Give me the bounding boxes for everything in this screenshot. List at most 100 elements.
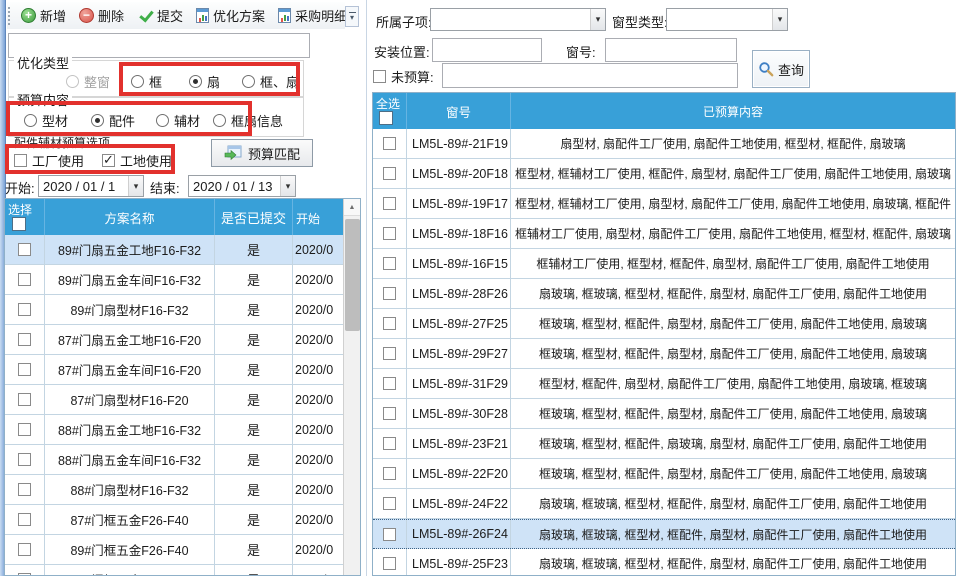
end-date-picker[interactable]: 2020 / 01 / 13: [188, 175, 296, 197]
row-select-cell[interactable]: [373, 369, 407, 398]
sub-item-select[interactable]: [430, 8, 606, 31]
row-select-cell[interactable]: [373, 309, 407, 338]
row-select-cell[interactable]: [5, 475, 45, 504]
header-submitted[interactable]: 是否已提交: [215, 199, 293, 235]
row-select-cell[interactable]: [373, 399, 407, 428]
plan-row[interactable]: 89#门扇五金车间F16-F32是2020/0: [5, 265, 360, 295]
scrollbar-thumb[interactable]: [345, 219, 360, 331]
row-checkbox[interactable]: [18, 333, 31, 346]
row-select-cell[interactable]: [5, 235, 45, 264]
window-row[interactable]: LM5L-89#-25F23扇玻璃, 框玻璃, 框型材, 框配件, 扇型材, 扇…: [373, 549, 955, 576]
row-checkbox[interactable]: [383, 317, 396, 330]
row-select-cell[interactable]: [5, 355, 45, 384]
row-checkbox[interactable]: [383, 197, 396, 210]
chevron-down-icon[interactable]: [128, 176, 143, 196]
row-select-cell[interactable]: [373, 279, 407, 308]
row-select-cell[interactable]: [373, 339, 407, 368]
row-select-cell[interactable]: [373, 520, 407, 548]
radio-frame-sash-info[interactable]: 框扇信息: [213, 111, 283, 130]
chevron-down-icon[interactable]: [590, 9, 605, 30]
budget-match-button[interactable]: 预算匹配: [211, 139, 313, 167]
row-checkbox[interactable]: [18, 483, 31, 496]
select-all-checkbox[interactable]: [379, 111, 393, 125]
row-select-cell[interactable]: [373, 219, 407, 248]
row-select-cell[interactable]: [373, 429, 407, 458]
row-select-cell[interactable]: [5, 265, 45, 294]
window-no-input[interactable]: [605, 38, 737, 62]
plan-row[interactable]: 88#门框五金F21-F40是2020/0: [5, 565, 360, 576]
row-select-cell[interactable]: [373, 189, 407, 218]
row-select-cell[interactable]: [5, 505, 45, 534]
header-start[interactable]: 开始: [293, 199, 343, 235]
row-checkbox[interactable]: [383, 257, 396, 270]
row-checkbox[interactable]: [383, 467, 396, 480]
row-checkbox[interactable]: [18, 243, 31, 256]
plan-row[interactable]: 87#门扇五金工地F16-F20是2020/0: [5, 325, 360, 355]
window-row[interactable]: LM5L-89#-20F18框型材, 框辅材工厂使用, 框配件, 扇型材, 扇配…: [373, 159, 955, 189]
row-select-cell[interactable]: [5, 385, 45, 414]
row-select-cell[interactable]: [5, 445, 45, 474]
plan-row[interactable]: 89#门扇型材F16-F32是2020/0: [5, 295, 360, 325]
window-type-select[interactable]: [666, 8, 788, 31]
window-row[interactable]: LM5L-89#-29F27框玻璃, 框型材, 框配件, 扇型材, 扇配件工厂使…: [373, 339, 955, 369]
radio-auxiliary[interactable]: 辅材: [156, 111, 200, 130]
row-select-cell[interactable]: [373, 489, 407, 518]
row-checkbox[interactable]: [18, 543, 31, 556]
checkbox-factory-use[interactable]: 工厂使用: [14, 151, 84, 170]
chevron-down-icon[interactable]: [772, 9, 787, 30]
row-checkbox[interactable]: [383, 557, 396, 570]
row-checkbox[interactable]: [18, 453, 31, 466]
row-checkbox[interactable]: [18, 513, 31, 526]
row-select-cell[interactable]: [373, 459, 407, 488]
plan-row[interactable]: 87#门扇型材F16-F20是2020/0: [5, 385, 360, 415]
row-checkbox[interactable]: [383, 407, 396, 420]
plan-row[interactable]: 87#门框五金F26-F40是2020/0: [5, 505, 360, 535]
window-row[interactable]: LM5L-89#-19F17框型材, 框辅材工厂使用, 扇型材, 扇配件工厂使用…: [373, 189, 955, 219]
row-select-cell[interactable]: [373, 159, 407, 188]
radio-profile[interactable]: 型材: [24, 111, 68, 130]
window-row[interactable]: LM5L-89#-30F28框玻璃, 框型材, 框配件, 扇型材, 扇配件工厂使…: [373, 399, 955, 429]
checkbox-site-use[interactable]: 工地使用: [102, 151, 172, 170]
plan-row[interactable]: 89#门框五金F26-F40是2020/0: [5, 535, 360, 565]
window-row[interactable]: LM5L-89#-22F20框玻璃, 框型材, 框配件, 扇型材, 扇配件工厂使…: [373, 459, 955, 489]
radio-frame-sash[interactable]: 框、扇: [242, 72, 299, 91]
start-date-picker[interactable]: 2020 / 01 / 1: [38, 175, 144, 197]
plan-table-scrollbar[interactable]: [343, 199, 360, 575]
row-checkbox[interactable]: [383, 287, 396, 300]
header-budgeted-content[interactable]: 已预算内容: [511, 93, 955, 129]
window-row[interactable]: LM5L-89#-18F16框辅材工厂使用, 扇型材, 扇配件工厂使用, 扇配件…: [373, 219, 955, 249]
row-select-cell[interactable]: [373, 249, 407, 278]
window-row[interactable]: LM5L-89#-24F22扇玻璃, 框玻璃, 框型材, 框配件, 扇型材, 扇…: [373, 489, 955, 519]
plan-row[interactable]: 88#门扇型材F16-F32是2020/0: [5, 475, 360, 505]
delete-button[interactable]: 删除: [73, 2, 130, 29]
plan-row[interactable]: 87#门扇五金车间F16-F20是2020/0: [5, 355, 360, 385]
row-checkbox[interactable]: [18, 273, 31, 286]
scroll-up-button[interactable]: [344, 199, 360, 216]
window-row[interactable]: LM5L-89#-16F15框辅材工厂使用, 框型材, 框配件, 扇型材, 扇配…: [373, 249, 955, 279]
row-checkbox[interactable]: [383, 227, 396, 240]
row-checkbox[interactable]: [383, 137, 396, 150]
row-checkbox[interactable]: [383, 528, 396, 541]
toolbar-overflow-button[interactable]: [345, 6, 359, 27]
row-checkbox[interactable]: [383, 167, 396, 180]
row-select-cell[interactable]: [5, 415, 45, 444]
radio-sash[interactable]: 扇: [189, 72, 220, 91]
row-checkbox[interactable]: [383, 377, 396, 390]
window-row[interactable]: LM5L-89#-26F24扇玻璃, 框玻璃, 框型材, 框配件, 扇型材, 扇…: [373, 519, 955, 549]
install-position-input[interactable]: [432, 38, 542, 62]
window-row[interactable]: LM5L-89#-23F21框玻璃, 框型材, 框配件, 扇玻璃, 扇型材, 扇…: [373, 429, 955, 459]
no-budget-input[interactable]: [442, 63, 738, 88]
row-checkbox[interactable]: [18, 363, 31, 376]
submit-button[interactable]: 提交: [131, 2, 189, 29]
row-select-cell[interactable]: [5, 325, 45, 354]
row-select-cell[interactable]: [373, 549, 407, 576]
radio-frame[interactable]: 框: [131, 72, 162, 91]
select-all-checkbox[interactable]: [12, 217, 26, 231]
row-select-cell[interactable]: [5, 565, 45, 576]
window-row[interactable]: LM5L-89#-31F29框型材, 框配件, 扇型材, 扇配件工厂使用, 扇配…: [373, 369, 955, 399]
radio-whole-window[interactable]: 整窗: [66, 72, 110, 91]
row-checkbox[interactable]: [383, 497, 396, 510]
row-select-cell[interactable]: [5, 535, 45, 564]
row-checkbox[interactable]: [18, 393, 31, 406]
plan-row[interactable]: 89#门扇五金工地F16-F32是2020/0: [5, 235, 360, 265]
